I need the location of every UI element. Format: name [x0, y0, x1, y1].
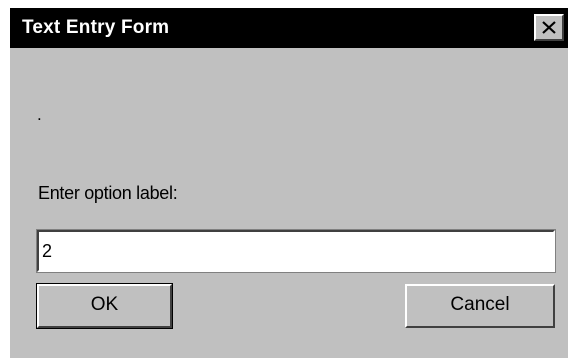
option-label-prompt: Enter option label:	[38, 183, 178, 203]
text-entry-dialog: Text Entry Form . Enter option label: OK…	[10, 8, 568, 358]
ok-button[interactable]: OK	[36, 283, 173, 329]
title-bar[interactable]: Text Entry Form	[10, 8, 568, 48]
close-icon	[542, 21, 556, 34]
dot-text: .	[37, 105, 42, 124]
window-title: Text Entry Form	[22, 17, 170, 38]
cancel-button[interactable]: Cancel	[405, 284, 555, 328]
option-label-input[interactable]	[36, 229, 556, 273]
close-button[interactable]	[534, 14, 564, 41]
